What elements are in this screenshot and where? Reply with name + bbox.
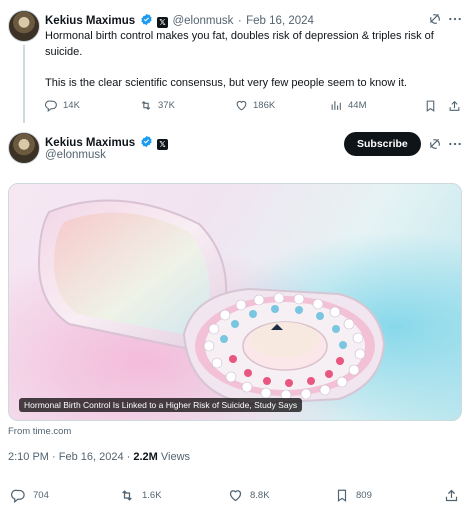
like-count: 186K — [253, 100, 276, 111]
avatar[interactable] — [8, 132, 40, 164]
bookmark-icon — [337, 489, 347, 502]
views-label: Views — [160, 451, 191, 463]
tweet-date[interactable]: Feb 16, 2024 — [246, 15, 314, 27]
birth-control-pack-image — [9, 184, 461, 420]
like-count: 8.8K — [250, 490, 270, 501]
author-name[interactable]: Kekius Maximus — [45, 137, 135, 149]
author-handle[interactable]: @elonmusk — [172, 15, 233, 27]
repost-count: 37K — [158, 100, 175, 111]
tweet-text-line: This is the clear scientific consensus, … — [45, 77, 407, 89]
author-handle[interactable]: @elonmusk — [45, 149, 106, 161]
tweet-text-line: Hormonal birth control makes you fat, do… — [45, 30, 434, 42]
avatar[interactable] — [8, 10, 40, 42]
tweet-timestamp[interactable]: 2:10 PM · Feb 16, 2024 · — [8, 451, 130, 463]
reply-tweet-text: Hormonal birth control makes you fat, do… — [45, 28, 463, 91]
more-icon[interactable] — [448, 12, 462, 26]
repost-button[interactable]: 1.6K — [119, 488, 162, 503]
bookmark-count: 809 — [356, 490, 372, 501]
verified-icon — [140, 135, 152, 148]
like-button[interactable]: 8.8K — [228, 488, 270, 503]
tweet-text-line: suicide. — [45, 46, 83, 58]
reply-count: 704 — [33, 490, 49, 501]
author-name[interactable]: Kekius Maximus — [45, 15, 135, 27]
views-button[interactable]: 44M — [330, 99, 366, 112]
reply-button[interactable]: 704 — [11, 488, 49, 503]
link-source[interactable]: From time.com — [8, 426, 71, 437]
bookmark-button[interactable]: 809 — [335, 488, 372, 503]
like-button[interactable]: 186K — [235, 99, 275, 112]
reply-icon — [45, 100, 57, 112]
like-icon — [229, 490, 242, 502]
repost-icon — [141, 100, 151, 111]
reply-count: 14K — [63, 100, 80, 111]
repost-icon — [122, 490, 132, 501]
reply-icon — [11, 489, 25, 503]
repost-button[interactable]: 37K — [139, 99, 175, 112]
like-icon — [236, 100, 247, 111]
separator: · — [237, 15, 242, 27]
link-card-title: Hormonal Birth Control Is Linked to a Hi… — [19, 398, 303, 412]
x-badge-icon: 𝕏 — [157, 17, 169, 28]
share-icon[interactable] — [448, 99, 461, 113]
grok-icon[interactable] — [428, 137, 442, 151]
x-badge-icon: 𝕏 — [157, 139, 169, 150]
more-icon[interactable] — [448, 137, 462, 151]
share-icon[interactable] — [444, 488, 459, 503]
link-card-media[interactable]: Hormonal Birth Control Is Linked to a Hi… — [8, 183, 462, 421]
reply-tweet-header: Kekius Maximus 𝕏 @elonmusk · Feb 16, 202… — [45, 11, 314, 29]
tweet-timestamp-row: 2:10 PM · Feb 16, 2024 · 2.2M Views — [8, 451, 190, 463]
subscribe-button[interactable]: Subscribe — [344, 132, 421, 156]
reply-button[interactable]: 14K — [45, 99, 80, 112]
thread-line — [23, 45, 25, 123]
bookmark-icon[interactable] — [424, 99, 437, 113]
views-count: 2.2M — [133, 451, 158, 463]
verified-icon — [140, 13, 152, 26]
grok-icon[interactable] — [428, 12, 442, 26]
views-icon — [331, 101, 341, 110]
views-count: 44M — [348, 100, 367, 111]
repost-count: 1.6K — [142, 490, 162, 501]
